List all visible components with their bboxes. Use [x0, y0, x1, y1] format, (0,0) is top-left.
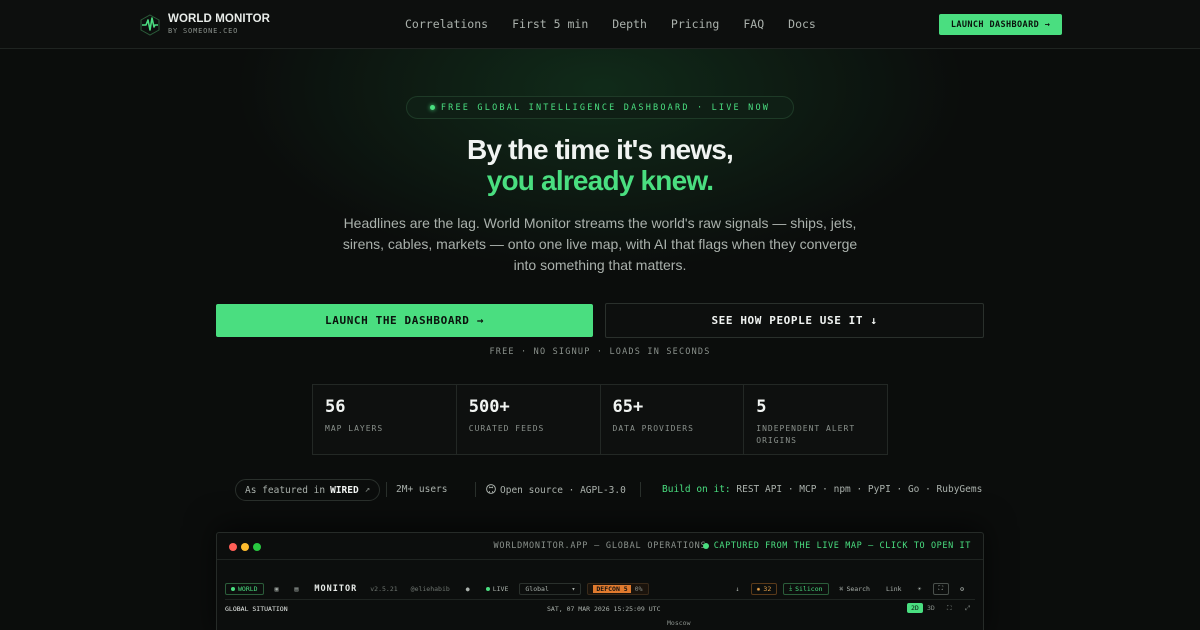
flame-icon: ✹ [756, 584, 761, 593]
see-how-people-use-it-button[interactable]: SEE HOW PEOPLE USE IT ↓ [605, 303, 984, 338]
hero-title-line1: By the time it's news, [466, 134, 734, 165]
top-nav: WORLD MONITOR BY SOMEONE.CEO Correlation… [0, 0, 1200, 49]
world-chip-label: WORLD [238, 584, 258, 593]
alerts-count: 32 [763, 584, 772, 593]
nav-links: Correlations First 5 min Depth Pricing F… [405, 17, 840, 31]
live-dot-icon [702, 543, 709, 549]
world-chip[interactable]: WORLD [225, 582, 264, 595]
stat-value: 65+ [612, 397, 644, 417]
nav-launch-dashboard-button[interactable]: LAUNCH DASHBOARD → [939, 14, 1062, 35]
github-icon[interactable]: ● [461, 583, 475, 595]
region-select-value: Global [525, 584, 549, 593]
open-source-label: Open source · AGPL-3.0 [500, 485, 626, 496]
brand-title: WORLD MONITOR [168, 13, 271, 25]
social-proof-row: As featured in WIRED ↗ 2M+ users Open so… [0, 479, 1200, 501]
download-icon[interactable]: ↓ [731, 583, 745, 595]
featured-in-wired-link[interactable]: As featured in WIRED ↗ [235, 479, 381, 501]
stats-panel: 56 MAP LAYERS 500+ CURATED FEEDS 65+ DAT… [312, 384, 888, 455]
defcon-percent: 0% [634, 584, 643, 593]
app-handle[interactable]: @eliehabib [406, 583, 455, 595]
capture-note-link[interactable]: CAPTURED FROM THE LIVE MAP — CLICK TO OP… [702, 541, 971, 551]
external-link-icon: ↗ [364, 485, 371, 495]
build-on-it-links[interactable]: Build on it: REST API · MCP · npm · PyPI… [662, 484, 982, 495]
document-icon[interactable]: ▤ [290, 583, 304, 595]
nav-link-faq[interactable]: FAQ [743, 17, 764, 31]
stat-value: 5 [756, 397, 767, 417]
build-label: Build on it: [662, 484, 731, 495]
live-label: LIVE [492, 584, 509, 593]
nav-link-depth[interactable]: Depth [612, 17, 647, 31]
stat-curated-feeds: 500+ CURATED FEEDS [457, 385, 601, 454]
gear-icon[interactable]: ⚙ [955, 583, 969, 595]
stat-label: INDEPENDENT ALERT ORIGINS [756, 424, 856, 445]
window-title-bar: WORLDMONITOR.APP — GLOBAL OPERATIONS CAP… [217, 533, 983, 560]
situation-bar: GLOBAL SITUATION SAT, 07 MAR 2026 15:25:… [225, 603, 975, 617]
app-toolbar: WORLD ▣ ▤ MONITOR v2.5.21 @eliehabib ● L… [225, 578, 975, 600]
map-city-label: Moscow [667, 619, 691, 627]
divider [475, 482, 476, 497]
stat-label: MAP LAYERS [325, 424, 384, 433]
brand-logo[interactable]: WORLD MONITOR BY SOMEONE.CEO [140, 13, 270, 36]
silicon-button[interactable]: ⤓ Silicon [783, 582, 829, 595]
search-icon: ⌘ [839, 584, 844, 593]
hero-badge: FREE GLOBAL INTELLIGENCE DASHBOARD · LIV… [406, 96, 794, 119]
featured-name: WIRED [330, 484, 359, 496]
stat-data-providers: 65+ DATA PROVIDERS [601, 385, 745, 454]
live-map-preview-window[interactable]: WORLDMONITOR.APP — GLOBAL OPERATIONS CAP… [216, 532, 984, 630]
nav-link-docs[interactable]: Docs [788, 17, 816, 31]
brand-subtitle: BY SOMEONE.CEO [168, 27, 239, 35]
featured-prefix: As featured in [245, 484, 326, 496]
launch-dashboard-button[interactable]: LAUNCH THE DASHBOARD → [216, 304, 593, 337]
monitor-icon[interactable]: ▣ [270, 583, 284, 595]
app-version: v2.5.21 [370, 584, 398, 593]
search-label: Search [846, 584, 870, 593]
defcon-badge[interactable]: DEFCON 5 0% [587, 582, 649, 595]
collapse-icon[interactable]: ⤢ [965, 604, 970, 613]
github-icon [486, 484, 496, 494]
live-indicator: LIVE [481, 583, 514, 595]
stat-value: 56 [325, 397, 346, 417]
search-button[interactable]: ⌘ Search [835, 583, 875, 595]
fullscreen-icon[interactable]: ⛶ [932, 582, 950, 595]
status-dot-icon [231, 586, 235, 591]
app-name: MONITOR [314, 583, 358, 594]
open-source-link[interactable]: Open source · AGPL-3.0 [486, 484, 626, 496]
hero-badge-text: FREE GLOBAL INTELLIGENCE DASHBOARD · LIV… [440, 102, 771, 113]
divider [386, 482, 387, 497]
divider [640, 482, 641, 497]
silicon-label: Silicon [795, 584, 823, 593]
chevron-down-icon: ▾ [571, 584, 576, 593]
stat-label: DATA PROVIDERS [612, 424, 694, 433]
capture-note: CAPTURED FROM THE LIVE MAP — CLICK TO OP… [713, 541, 971, 551]
region-select[interactable]: Global ▾ [519, 582, 582, 595]
view-2d-toggle[interactable]: 2D [907, 603, 923, 613]
timestamp: SAT, 07 MAR 2026 15:25:09 UTC [547, 605, 661, 613]
nav-link-correlations[interactable]: Correlations [405, 17, 488, 31]
expand-icon[interactable]: ⛶ [947, 604, 952, 613]
nav-link-first-5-min[interactable]: First 5 min [512, 17, 588, 31]
section-title: GLOBAL SITUATION [225, 605, 288, 613]
stat-map-layers: 56 MAP LAYERS [313, 385, 457, 454]
users-count: 2M+ users [396, 484, 448, 495]
build-items: REST API · MCP · npm · PyPI · Go · RubyG… [736, 484, 983, 495]
sun-icon[interactable]: ☀ [913, 583, 927, 595]
alerts-button[interactable]: ✹ 32 [750, 582, 778, 595]
download-icon: ⤓ [789, 584, 793, 592]
nav-link-pricing[interactable]: Pricing [671, 17, 719, 31]
stat-value: 500+ [468, 397, 510, 417]
link-button[interactable]: Link [881, 583, 907, 595]
live-dot-icon [485, 586, 490, 591]
stat-alert-origins: 5 INDEPENDENT ALERT ORIGINS [744, 385, 887, 454]
hero-description: Headlines are the lag. World Monitor str… [342, 215, 858, 273]
view-3d-toggle[interactable]: 3D [927, 604, 935, 612]
stat-label: CURATED FEEDS [468, 424, 545, 433]
hero-fine-print: FREE · NO SIGNUP · LOADS IN SECONDS [489, 347, 711, 357]
defcon-label: DEFCON 5 [593, 584, 631, 593]
live-dot-icon [429, 105, 435, 110]
hero-title-line2: you already knew. [486, 165, 714, 196]
pulse-logo-icon [140, 13, 160, 36]
